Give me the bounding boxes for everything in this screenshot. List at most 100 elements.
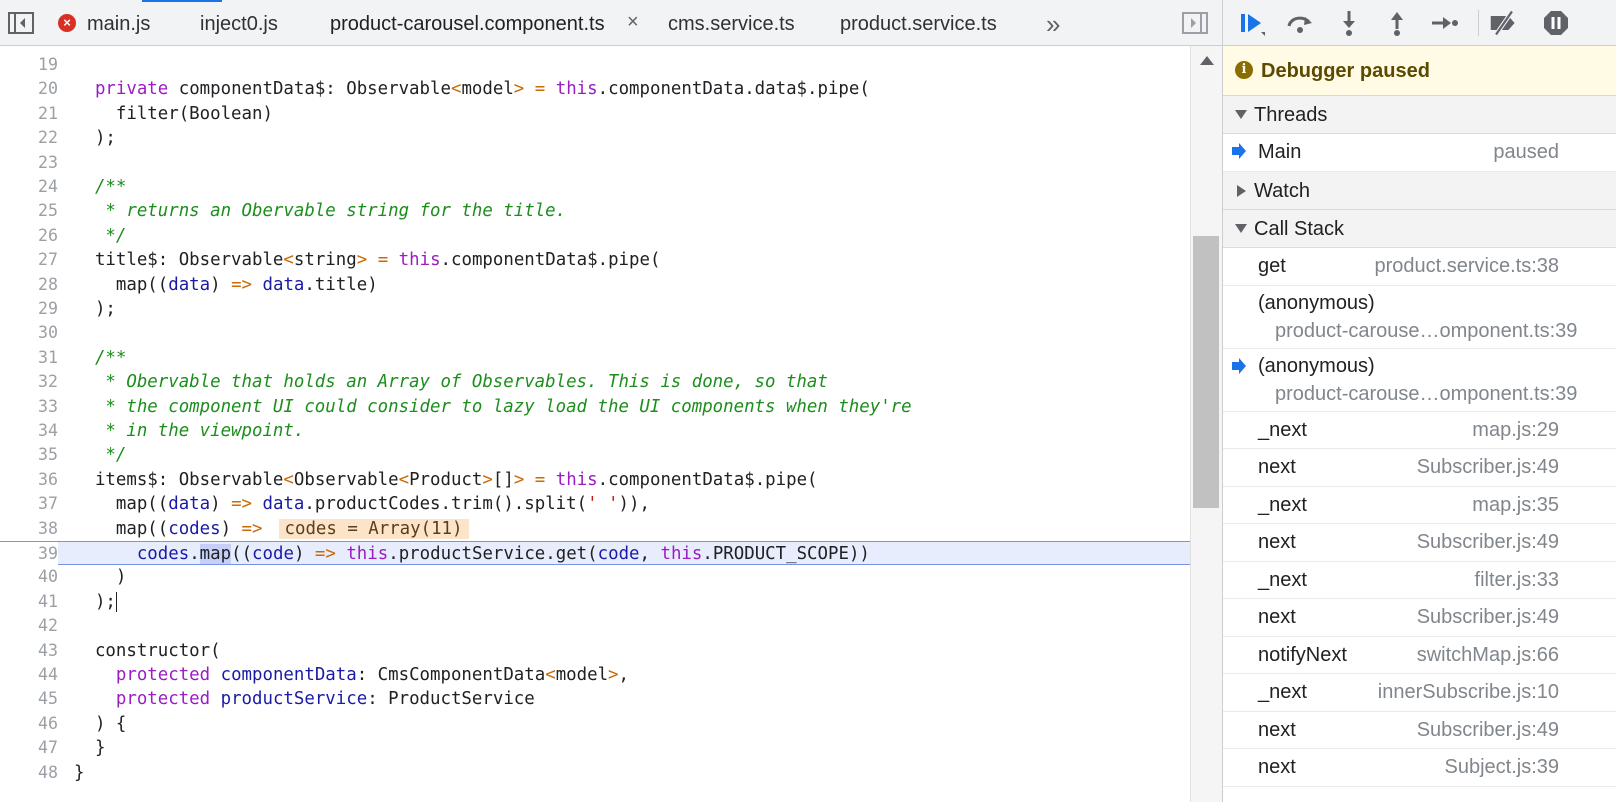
code-line[interactable]: 37 map((data) => data.productCodes.trim(… — [0, 492, 1190, 516]
line-number[interactable]: 42 — [0, 614, 58, 638]
editor-scrollbar[interactable] — [1190, 46, 1222, 802]
call-frame[interactable]: notifyNext switchMap.js:66 — [1223, 637, 1616, 674]
line-number[interactable]: 34 — [0, 419, 58, 443]
frame-location[interactable]: Subscriber.js:49 — [1417, 599, 1559, 636]
line-number[interactable]: 29 — [0, 297, 58, 321]
line-number[interactable]: 28 — [0, 273, 58, 297]
line-number[interactable]: 22 — [0, 126, 58, 150]
frame-location[interactable]: product-carouse…omponent.ts:39 — [1275, 380, 1577, 408]
line-number[interactable]: 33 — [0, 395, 58, 419]
line-number[interactable]: 30 — [0, 321, 58, 345]
call-frame[interactable]: _next map.js:35 — [1223, 487, 1616, 524]
line-number[interactable]: 48 — [0, 761, 58, 785]
code-line[interactable]: 38 map((codes) => codes = Array(11) — [0, 517, 1190, 541]
line-number[interactable]: 23 — [0, 151, 58, 175]
code-line[interactable]: 44 protected componentData: CmsComponent… — [0, 663, 1190, 687]
call-stack-section-header[interactable]: Call Stack — [1223, 210, 1616, 248]
code-line[interactable]: 27 title$: Observable<string> = this.com… — [0, 248, 1190, 272]
line-number[interactable]: 25 — [0, 199, 58, 223]
frame-location[interactable]: map.js:35 — [1472, 487, 1559, 524]
more-tabs-icon[interactable]: » — [1046, 0, 1060, 46]
pause-on-exceptions-button[interactable] — [1541, 8, 1571, 38]
line-number[interactable]: 20 — [0, 77, 58, 101]
line-number[interactable]: 46 — [0, 712, 58, 736]
line-number[interactable]: 40 — [0, 565, 58, 589]
code-line[interactable]: 30 — [0, 321, 1190, 345]
tab-main-js[interactable]: × main.js — [58, 0, 150, 46]
code-line[interactable]: 45 protected productService: ProductServ… — [0, 687, 1190, 711]
scroll-up-arrow-icon[interactable] — [1200, 56, 1214, 65]
line-number[interactable]: 43 — [0, 639, 58, 663]
threads-section-header[interactable]: Threads — [1223, 96, 1616, 134]
frame-location[interactable]: filter.js:33 — [1475, 562, 1559, 599]
line-number[interactable]: 44 — [0, 663, 58, 687]
line-number[interactable]: 37 — [0, 492, 58, 516]
code-line[interactable]: 46 ) { — [0, 712, 1190, 736]
code-line[interactable]: 25 * returns an Obervable string for the… — [0, 199, 1190, 223]
code-line[interactable]: 28 map((data) => data.title) — [0, 273, 1190, 297]
deactivate-breakpoints-button[interactable] — [1489, 8, 1519, 38]
code-line[interactable]: 34 * in the viewpoint. — [0, 419, 1190, 443]
line-number[interactable]: 26 — [0, 224, 58, 248]
code-area[interactable]: 19 20 private componentData$: Observable<… — [0, 46, 1190, 802]
frame-location[interactable]: Subscriber.js:49 — [1417, 712, 1559, 749]
line-number[interactable]: 45 — [0, 687, 58, 711]
code-line[interactable]: 33 * the component UI could consider to … — [0, 395, 1190, 419]
step-over-button[interactable] — [1285, 8, 1315, 38]
frame-location[interactable]: product.service.ts:38 — [1374, 248, 1559, 285]
call-frame[interactable]: next Subject.js:39 — [1223, 749, 1616, 787]
line-number[interactable]: 27 — [0, 248, 58, 272]
toggle-debugger-button[interactable] — [1182, 10, 1208, 36]
code-line[interactable]: 24 /** — [0, 175, 1190, 199]
call-frame[interactable]: (anonymous) product-carouse…omponent.ts:3… — [1223, 286, 1616, 349]
step-into-button[interactable] — [1334, 8, 1364, 38]
frame-location[interactable]: switchMap.js:66 — [1417, 637, 1559, 674]
frame-location[interactable]: innerSubscribe.js:10 — [1378, 674, 1559, 711]
call-frame[interactable]: next Subscriber.js:49 — [1223, 712, 1616, 749]
resume-button[interactable] — [1237, 8, 1267, 38]
code-line[interactable]: 20 private componentData$: Observable<mo… — [0, 77, 1190, 101]
code-line[interactable]: 23 — [0, 151, 1190, 175]
line-number[interactable]: 38 — [0, 517, 58, 541]
tab-product-service-ts[interactable]: product.service.ts — [840, 0, 997, 46]
code-line[interactable]: 19 — [0, 53, 1190, 77]
code-line[interactable]: 26 */ — [0, 224, 1190, 248]
line-number[interactable]: 32 — [0, 370, 58, 394]
close-tab-icon[interactable]: × — [627, 0, 639, 44]
toggle-navigator-button[interactable] — [8, 10, 34, 36]
code-line[interactable]: 35 */ — [0, 443, 1190, 467]
code-line[interactable]: 43 constructor( — [0, 639, 1190, 663]
code-line[interactable]: 31 /** — [0, 346, 1190, 370]
frame-location[interactable]: Subscriber.js:49 — [1417, 449, 1559, 486]
line-number[interactable]: 21 — [0, 102, 58, 126]
code-line[interactable]: 47 } — [0, 736, 1190, 760]
line-number[interactable]: 47 — [0, 736, 58, 760]
line-number[interactable]: 19 — [0, 53, 58, 77]
tab-product-carousel-component-ts[interactable]: product-carousel.component.ts — [330, 0, 605, 46]
code-line[interactable]: 21 filter(Boolean) — [0, 102, 1190, 126]
line-number[interactable]: 36 — [0, 468, 58, 492]
line-number[interactable]: 39 — [0, 542, 58, 567]
tab-inject0-js[interactable]: inject0.js — [200, 0, 278, 46]
code-line[interactable]: 41 ); — [0, 590, 1190, 614]
call-frame[interactable]: get product.service.ts:38 — [1223, 248, 1616, 286]
code-line[interactable]: 32 * Obervable that holds an Array of Ob… — [0, 370, 1190, 394]
frame-location[interactable]: Subject.js:39 — [1444, 749, 1559, 786]
code-line[interactable]: 48} — [0, 761, 1190, 785]
call-frame[interactable]: (anonymous) product-carouse…omponent.ts:3… — [1223, 349, 1616, 412]
code-line[interactable]: 29 ); — [0, 297, 1190, 321]
step-button[interactable] — [1429, 8, 1459, 38]
code-line[interactable]: 36 items$: Observable<Observable<Product… — [0, 468, 1190, 492]
line-number[interactable]: 31 — [0, 346, 58, 370]
step-out-button[interactable] — [1382, 8, 1412, 38]
line-number[interactable]: 41 — [0, 590, 58, 614]
line-number[interactable]: 24 — [0, 175, 58, 199]
call-frame[interactable]: _next map.js:29 — [1223, 412, 1616, 449]
code-line[interactable]: 40 ) — [0, 565, 1190, 589]
watch-section-header[interactable]: Watch — [1223, 172, 1616, 210]
call-frame[interactable]: _next filter.js:33 — [1223, 562, 1616, 599]
code-line[interactable]: 22 ); — [0, 126, 1190, 150]
call-frame[interactable]: _next innerSubscribe.js:10 — [1223, 674, 1616, 712]
call-frame[interactable]: next Subscriber.js:49 — [1223, 599, 1616, 637]
frame-location[interactable]: product-carouse…omponent.ts:39 — [1275, 317, 1577, 345]
